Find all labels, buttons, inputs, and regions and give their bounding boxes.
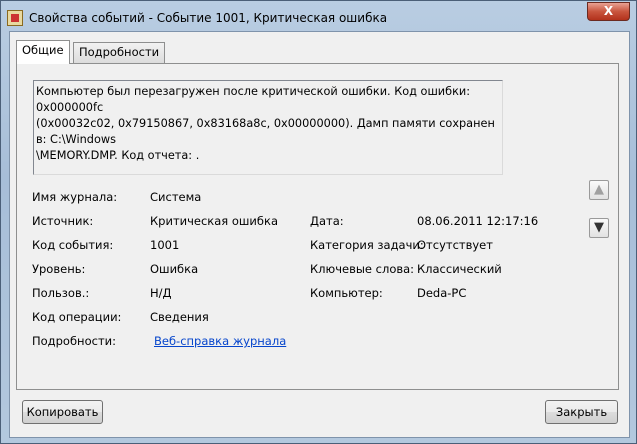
event-log-help-link[interactable]: Веб-справка журнала (154, 334, 286, 348)
previous-event-button[interactable]: ▲ (589, 180, 609, 200)
title-bar: Свойства событий - Событие 1001, Критиче… (7, 7, 387, 29)
general-panel: Компьютер был перезагружен после критиче… (16, 63, 619, 390)
tab-general[interactable]: Общие (16, 40, 70, 64)
source-label: Источник: (32, 214, 94, 228)
arrow-up-icon: ▲ (594, 182, 604, 197)
opcode-label: Код операции: (32, 310, 122, 324)
keywords-value: Классический (417, 262, 502, 276)
date-label: Дата: (310, 214, 344, 228)
task-category-value: Отсутствует (417, 238, 493, 252)
arrow-down-icon: ▼ (594, 220, 604, 235)
date-value: 08.06.2011 12:17:16 (417, 214, 539, 228)
opcode-value: Сведения (150, 310, 209, 324)
description-line: \MEMORY.DMP. Код отчета: . (36, 149, 200, 162)
tab-details[interactable]: Подробности (73, 42, 166, 63)
window-frame: Свойства событий - Событие 1001, Критиче… (0, 0, 637, 444)
task-category-label: Категория задачи: (310, 238, 424, 252)
window-title: Свойства событий - Событие 1001, Критиче… (29, 11, 388, 25)
level-value: Ошибка (150, 262, 199, 276)
details-label: Подробности: (32, 334, 116, 348)
event-id-label: Код события: (32, 238, 114, 252)
description-line: (0x00032c02, 0x79150867, 0x83168a8c, 0x0… (36, 117, 495, 146)
next-event-button[interactable]: ▼ (589, 218, 609, 238)
copy-button[interactable]: Копировать (22, 400, 103, 424)
close-button[interactable]: Закрыть (545, 400, 618, 424)
user-label: Пользов.: (32, 286, 90, 300)
event-viewer-icon (7, 10, 23, 26)
description-line: Компьютер был перезагружен после критиче… (36, 85, 471, 114)
keywords-label: Ключевые слова: (310, 262, 415, 276)
log-name-label: Имя журнала: (32, 190, 118, 204)
computer-value: Deda-PC (417, 286, 467, 300)
user-value: Н/Д (150, 286, 172, 300)
log-name-value: Система (150, 190, 202, 204)
close-window-button[interactable]: X (587, 2, 630, 21)
level-label: Уровень: (32, 262, 86, 276)
computer-label: Компьютер: (310, 286, 383, 300)
event-id-value: 1001 (150, 238, 180, 252)
dialog-client: Общие Подробности Компьютер был перезагр… (9, 31, 630, 438)
source-value: Критическая ошибка (150, 214, 278, 228)
event-description[interactable]: Компьютер был перезагружен после критиче… (33, 80, 503, 175)
